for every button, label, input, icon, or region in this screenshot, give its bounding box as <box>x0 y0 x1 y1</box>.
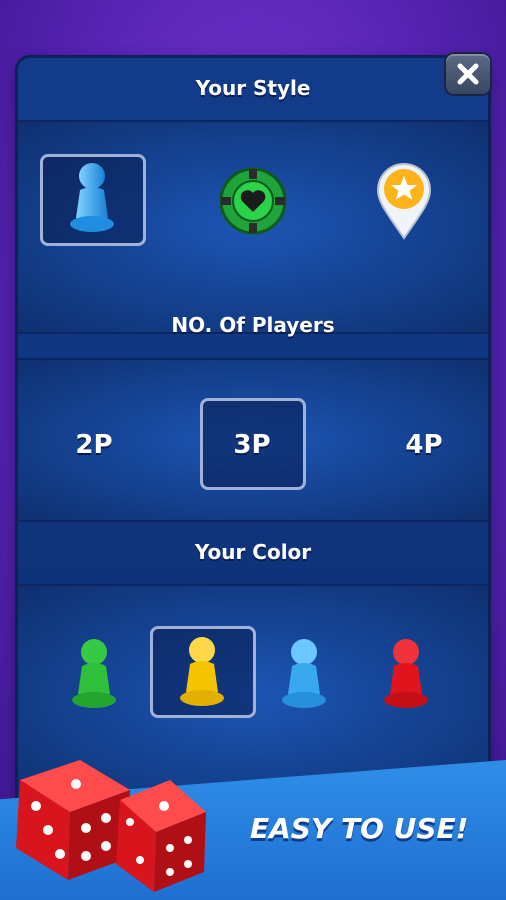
style-section-title: Your Style <box>195 76 311 100</box>
players-section-title: NO. Of Players <box>171 313 335 337</box>
red-pawn-icon[interactable] <box>378 636 434 712</box>
players-option-2p[interactable]: 2P <box>72 430 116 460</box>
dice-icon <box>16 760 206 892</box>
poker-chip-icon[interactable] <box>218 166 288 236</box>
pawn-icon <box>70 163 114 232</box>
blue-pawn-icon[interactable] <box>276 636 332 712</box>
yellow-pawn-icon <box>180 637 224 706</box>
close-icon <box>457 63 479 85</box>
players-option-4p[interactable]: 4P <box>402 430 446 460</box>
green-pawn-icon[interactable] <box>66 636 122 712</box>
close-button[interactable] <box>446 54 490 94</box>
tagline-text: EASY TO USE! <box>250 812 469 845</box>
color-section-title: Your Color <box>194 540 312 564</box>
players-option-3p: 3P <box>233 430 271 460</box>
map-pin-star-icon[interactable] <box>376 162 432 240</box>
settings-panel: Your Style NO. Of Players 2P 3P 4P Your … <box>18 58 488 818</box>
